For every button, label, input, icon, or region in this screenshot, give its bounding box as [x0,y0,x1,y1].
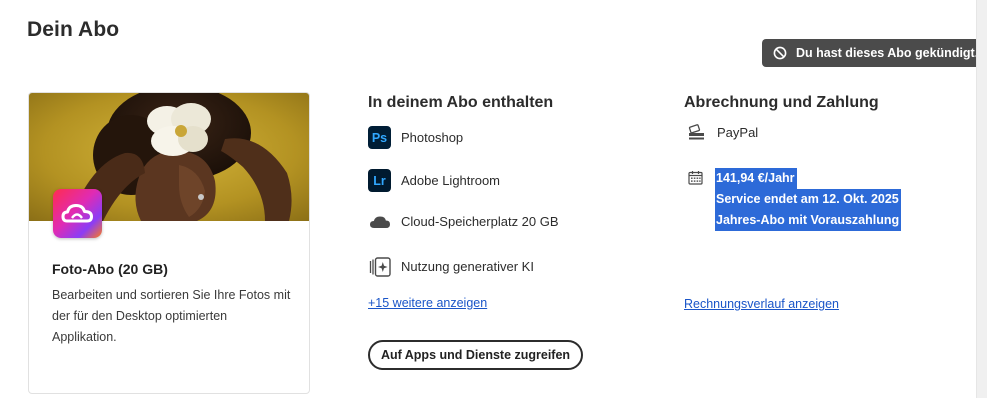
plan-title: Foto-Abo (20 GB) [52,261,168,277]
access-apps-button[interactable]: Auf Apps und Dienste zugreifen [368,340,583,370]
creative-cloud-logo [53,189,102,238]
payment-icon [688,124,705,144]
show-more-link[interactable]: +15 weitere anzeigen [368,296,487,310]
included-heading: In deinem Abo enthalten [368,94,554,111]
calendar-icon [688,168,703,188]
status-badge-label: Du hast dieses Abo gekündigt. [796,46,979,60]
included-item-photoshop: Ps Photoshop [368,126,463,149]
billing-price: 141,94 €/Jahr [715,168,797,189]
included-item-lightroom: Lr Adobe Lightroom [368,169,500,192]
photoshop-icon: Ps [368,126,391,149]
main-content: Dein Abo Du hast dieses Abo gekündigt. F… [0,0,987,398]
page-title: Dein Abo [27,18,120,41]
generative-ai-icon [368,255,391,278]
billing-details-row: 141,94 €/Jahr Service endet am 12. Okt. … [688,168,902,231]
billing-heading: Abrechnung und Zahlung [684,94,879,111]
billing-plan-type: Jahres-Abo mit Vorauszahlung [715,210,902,231]
included-item-generative-ai: Nutzung generativer KI [368,255,534,278]
status-badge: Du hast dieses Abo gekündigt. [762,39,987,67]
plan-card: Foto-Abo (20 GB) Bearbeiten und sortiere… [28,92,310,394]
included-item-storage: Cloud-Speicherplatz 20 GB [368,210,559,233]
scrollbar[interactable] [976,0,987,398]
cloud-icon [368,210,391,233]
plan-description: Bearbeiten und sortieren Sie Ihre Fotos … [52,288,291,344]
payment-method-row: PayPal [688,124,758,144]
included-item-label: Nutzung generativer KI [401,259,534,274]
included-item-label: Cloud-Speicherplatz 20 GB [401,214,559,229]
billing-service-end: Service endet am 12. Okt. 2025 [715,189,901,210]
billing-history-link[interactable]: Rechnungsverlauf anzeigen [684,297,839,311]
blocked-icon [773,46,787,60]
included-item-label: Photoshop [401,130,464,145]
lightroom-icon: Lr [368,169,391,192]
payment-method: PayPal [717,125,759,140]
included-item-label: Adobe Lightroom [401,173,501,188]
